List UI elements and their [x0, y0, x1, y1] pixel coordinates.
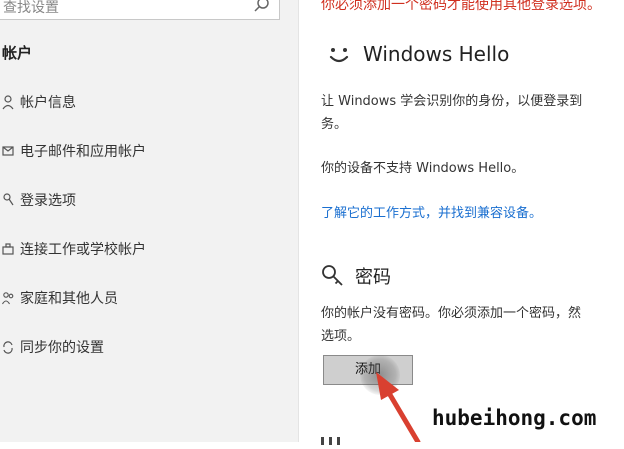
password-description-line-2: 选项。	[321, 329, 361, 344]
hello-description: 让 Windows 学会识别你的身份，以便登录到 务。	[321, 90, 582, 136]
password-required-warning: 你必须添加一个密码才能使用其他登录选项。	[321, 0, 601, 13]
sidebar-item-account-info[interactable]: 帐户信息	[0, 86, 298, 118]
sidebar-item-label: 同步你的设置	[20, 340, 104, 356]
sidebar-item-label: 登录选项	[20, 193, 76, 209]
briefcase-icon	[2, 243, 14, 255]
settings-sidebar: 查找设置 帐户 帐户信息 电子邮件和应用帐户 登录选项 连接工作或学校帐户 家庭…	[0, 0, 298, 442]
key-icon	[322, 265, 343, 286]
search-icon[interactable]	[253, 0, 271, 14]
sidebar-item-label: 家庭和其他人员	[20, 291, 118, 307]
hello-description-line-2: 务。	[321, 117, 348, 132]
cutoff-icon	[321, 437, 340, 445]
sidebar-item-label: 电子邮件和应用帐户	[20, 144, 146, 160]
sidebar-item-sync[interactable]: 同步你的设置	[0, 331, 298, 363]
search-input[interactable]: 查找设置	[3, 0, 59, 17]
windows-hello-title: Windows Hello	[363, 42, 510, 66]
click-highlight	[360, 355, 400, 395]
hello-unsupported-text: 你的设备不支持 Windows Hello。	[321, 161, 525, 176]
password-description-line-1: 你的帐户没有密码。你必须添加一个密码，然	[321, 306, 582, 321]
sidebar-item-work-school[interactable]: 连接工作或学校帐户	[0, 233, 298, 265]
person-icon	[2, 95, 14, 110]
sign-in-options-pane: 你必须添加一个密码才能使用其他登录选项。 Windows Hello 让 Win…	[299, 0, 624, 445]
sidebar-item-email-accounts[interactable]: 电子邮件和应用帐户	[0, 135, 298, 167]
sidebar-item-label: 帐户信息	[20, 95, 76, 111]
password-title: 密码	[355, 267, 391, 288]
key-icon	[3, 193, 14, 206]
sync-icon	[3, 341, 13, 354]
sidebar-item-family[interactable]: 家庭和其他人员	[0, 282, 298, 314]
sidebar-item-label: 连接工作或学校帐户	[20, 242, 146, 258]
hello-learn-more-link[interactable]: 了解它的工作方式，并找到兼容设备。	[321, 202, 542, 221]
sidebar-item-sign-in-options[interactable]: 登录选项	[0, 184, 298, 216]
hello-description-line-1: 让 Windows 学会识别你的身份，以便登录到	[321, 94, 583, 109]
mail-icon	[2, 146, 14, 156]
search-box[interactable]: 查找设置	[0, 0, 280, 20]
people-icon	[2, 292, 14, 305]
watermark-text: hubeihong.com	[432, 406, 597, 430]
password-description: 你的帐户没有密码。你必须添加一个密码，然 选项。	[321, 302, 581, 348]
section-heading: 帐户	[2, 44, 33, 62]
smiley-icon	[329, 48, 349, 63]
